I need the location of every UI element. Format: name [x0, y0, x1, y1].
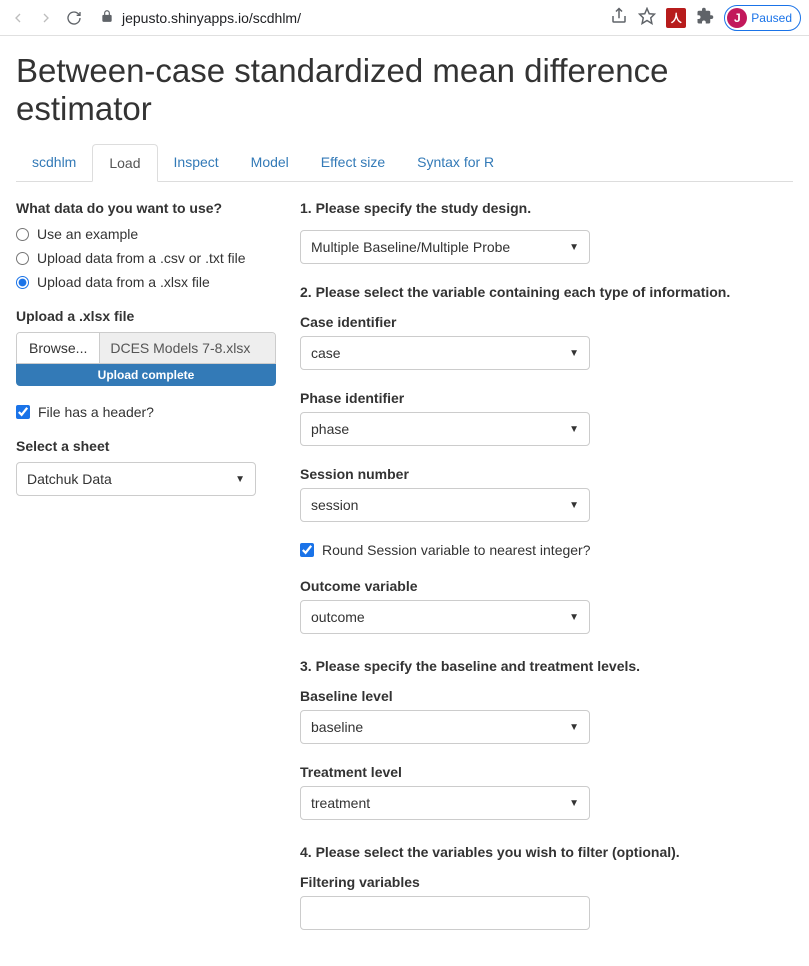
filter-label: Filtering variables — [300, 874, 793, 890]
radio-csv[interactable]: Upload data from a .csv or .txt file — [16, 250, 276, 266]
outcome-select[interactable]: outcome ▼ — [300, 600, 590, 634]
case-value: case — [311, 345, 341, 361]
radio-example[interactable]: Use an example — [16, 226, 276, 242]
caret-icon: ▼ — [569, 242, 579, 253]
share-icon[interactable] — [610, 7, 628, 28]
step4-heading: 4. Please select the variables you wish … — [300, 844, 793, 860]
profile-status: Paused — [751, 11, 792, 25]
caret-icon: ▼ — [569, 500, 579, 511]
toolbar-icons: 人 J Paused — [610, 5, 801, 31]
caret-icon: ▼ — [569, 722, 579, 733]
data-source-question: What data do you want to use? — [16, 200, 276, 216]
baseline-select[interactable]: baseline ▼ — [300, 710, 590, 744]
lock-icon — [100, 9, 114, 26]
session-label: Session number — [300, 466, 793, 482]
outcome-value: outcome — [311, 609, 365, 625]
file-name-display: DCES Models 7-8.xlsx — [100, 333, 275, 363]
step3-heading: 3. Please specify the baseline and treat… — [300, 658, 793, 674]
session-value: session — [311, 497, 358, 513]
treatment-value: treatment — [311, 795, 370, 811]
profile-avatar: J — [727, 8, 747, 28]
caret-icon: ▼ — [569, 424, 579, 435]
round-checkbox[interactable] — [300, 543, 314, 557]
sheet-select[interactable]: Datchuk Data ▼ — [16, 462, 256, 496]
caret-icon: ▼ — [235, 474, 245, 485]
treatment-label: Treatment level — [300, 764, 793, 780]
header-checkbox-label: File has a header? — [38, 404, 154, 420]
header-checkbox-row[interactable]: File has a header? — [16, 404, 276, 420]
sheet-value: Datchuk Data — [27, 471, 112, 487]
upload-progress: Upload complete — [16, 364, 276, 386]
star-icon[interactable] — [638, 7, 656, 28]
caret-icon: ▼ — [569, 798, 579, 809]
upload-label: Upload a .xlsx file — [16, 308, 276, 324]
tab-model[interactable]: Model — [235, 144, 305, 181]
tab-scdhlm[interactable]: scdhlm — [16, 144, 92, 181]
filter-input[interactable] — [300, 896, 590, 930]
page-title: Between-case standardized mean differenc… — [16, 52, 793, 128]
radio-xlsx[interactable]: Upload data from a .xlsx file — [16, 274, 276, 290]
address-bar[interactable]: jepusto.shinyapps.io/scdhlm/ — [92, 9, 602, 26]
url-text: jepusto.shinyapps.io/scdhlm/ — [122, 10, 301, 26]
design-select[interactable]: Multiple Baseline/Multiple Probe ▼ — [300, 230, 590, 264]
round-checkbox-row[interactable]: Round Session variable to nearest intege… — [300, 542, 793, 558]
pdf-extension-icon[interactable]: 人 — [666, 8, 686, 28]
tab-effect-size[interactable]: Effect size — [305, 144, 401, 181]
baseline-value: baseline — [311, 719, 363, 735]
treatment-select[interactable]: treatment ▼ — [300, 786, 590, 820]
radio-csv-label: Upload data from a .csv or .txt file — [37, 250, 246, 266]
file-input: Browse... DCES Models 7-8.xlsx — [16, 332, 276, 364]
outcome-label: Outcome variable — [300, 578, 793, 594]
step2-heading: 2. Please select the variable containing… — [300, 284, 793, 300]
extensions-icon[interactable] — [696, 7, 714, 28]
tab-load[interactable]: Load — [92, 144, 157, 182]
radio-example-label: Use an example — [37, 226, 138, 242]
radio-csv-input[interactable] — [16, 252, 29, 265]
page-content: Between-case standardized mean differenc… — [0, 36, 809, 966]
header-checkbox[interactable] — [16, 405, 30, 419]
profile-badge[interactable]: J Paused — [724, 5, 801, 31]
back-button[interactable] — [8, 8, 28, 28]
phase-select[interactable]: phase ▼ — [300, 412, 590, 446]
round-checkbox-label: Round Session variable to nearest intege… — [322, 542, 591, 558]
reload-button[interactable] — [64, 8, 84, 28]
design-value: Multiple Baseline/Multiple Probe — [311, 239, 510, 255]
profile-letter: J — [734, 11, 741, 25]
radio-example-input[interactable] — [16, 228, 29, 241]
radio-xlsx-label: Upload data from a .xlsx file — [37, 274, 210, 290]
radio-xlsx-input[interactable] — [16, 276, 29, 289]
sheet-label: Select a sheet — [16, 438, 276, 454]
step1-heading: 1. Please specify the study design. — [300, 200, 793, 216]
session-select[interactable]: session ▼ — [300, 488, 590, 522]
forward-button[interactable] — [36, 8, 56, 28]
tab-syntax[interactable]: Syntax for R — [401, 144, 510, 181]
caret-icon: ▼ — [569, 612, 579, 623]
caret-icon: ▼ — [569, 348, 579, 359]
main-panel: 1. Please specify the study design. Mult… — [300, 200, 793, 950]
case-select[interactable]: case ▼ — [300, 336, 590, 370]
tab-bar: scdhlm Load Inspect Model Effect size Sy… — [16, 144, 793, 182]
case-label: Case identifier — [300, 314, 793, 330]
tab-inspect[interactable]: Inspect — [158, 144, 235, 181]
sidebar: What data do you want to use? Use an exa… — [16, 200, 276, 950]
browse-button[interactable]: Browse... — [17, 333, 100, 363]
baseline-label: Baseline level — [300, 688, 793, 704]
phase-value: phase — [311, 421, 349, 437]
browser-toolbar: jepusto.shinyapps.io/scdhlm/ 人 J Paused — [0, 0, 809, 36]
phase-label: Phase identifier — [300, 390, 793, 406]
